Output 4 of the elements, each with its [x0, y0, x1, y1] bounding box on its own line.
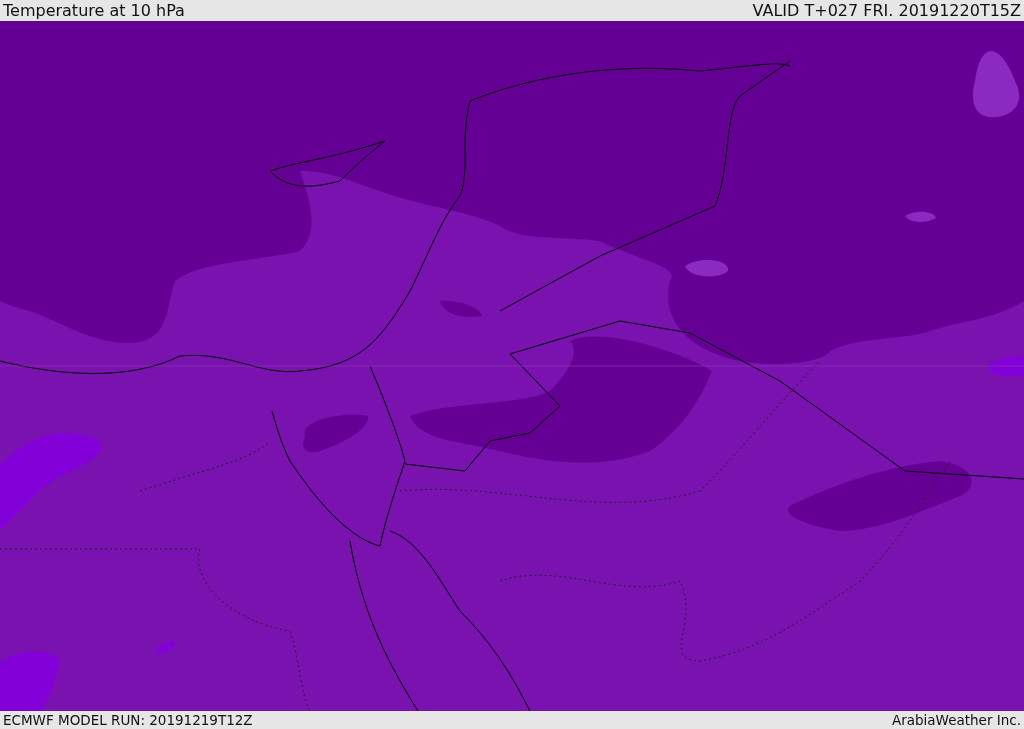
- map-title: Temperature at 10 hPa: [3, 1, 185, 20]
- model-run-label: ECMWF MODEL RUN: 20191219T12Z: [3, 712, 253, 728]
- credit-label: ArabiaWeather Inc.: [891, 712, 1021, 728]
- valid-time: VALID T+027 FRI. 20191220T15Z: [752, 1, 1021, 20]
